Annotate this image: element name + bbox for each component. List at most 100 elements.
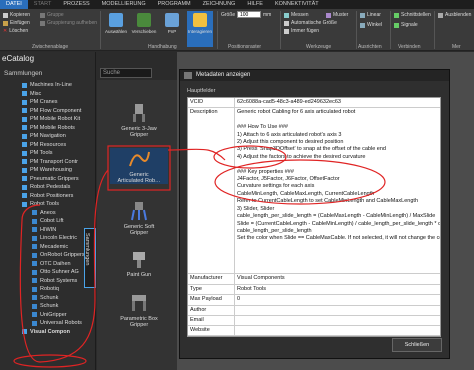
tab-datei[interactable]: DATEI (0, 0, 28, 9)
tree-item[interactable]: PM Flow Component (22, 107, 85, 116)
pnp-icon (165, 13, 179, 27)
tab-hilfe[interactable]: HILFE (241, 0, 269, 9)
interfaces-button[interactable]: Schnittstellen (394, 11, 431, 19)
item-label: Articulated Rob… (117, 178, 161, 184)
tab-prozess[interactable]: PROZESS (57, 0, 95, 9)
tree-subitem[interactable]: Schunk (22, 294, 85, 303)
size-input[interactable]: 100 (237, 11, 261, 18)
tree-item-label: PM Tools (30, 150, 53, 156)
catalog-item-paint-gun[interactable]: Paint Gun (110, 248, 168, 278)
delete-label: Löschen (9, 28, 29, 34)
tree-item-label: PM Cranes (30, 99, 58, 105)
tree-item-label: Misc (30, 90, 42, 97)
tree-item[interactable]: PM Warehousing (22, 166, 85, 175)
row-value[interactable] (235, 316, 440, 325)
row-value[interactable] (235, 326, 440, 335)
description-line: cable_length_per_slide_length (237, 227, 312, 234)
description-line: 4) Adjust the factors to achieve the des… (237, 153, 366, 160)
pnp-button[interactable]: PnP (159, 11, 185, 47)
row-value[interactable]: 62c6088a-cad5-48c3-a489-ed249632ec63 (235, 98, 440, 107)
tab-start[interactable]: START (28, 0, 58, 9)
catalog-item-cabling[interactable]: Generic Articulated Rob… (110, 148, 168, 184)
catalog-item-3jaw[interactable]: Generic 3-Jaw Gripper (110, 102, 168, 138)
tree-item[interactable]: Pneumatic Grippers (22, 175, 85, 184)
close-button[interactable]: Schließen (392, 338, 442, 352)
tree-item[interactable]: Robot Tools (22, 200, 85, 209)
tree-item[interactable]: PM Cranes (22, 98, 85, 107)
tab-programm[interactable]: PROGRAMM (152, 0, 197, 9)
ecatalog-title: eCatalog (2, 54, 35, 63)
angle-button[interactable]: Winkel (360, 21, 382, 29)
tree-subitem[interactable]: Schunk (22, 302, 85, 311)
interfaces-label: Schnittstellen (401, 12, 431, 18)
tree-subitem[interactable]: Aneos (22, 209, 85, 218)
tree-item[interactable]: Robot Pedestals (22, 183, 85, 192)
row-value[interactable]: Robot Tools (235, 285, 440, 294)
paste-button[interactable]: Einfügen (3, 19, 30, 27)
row-key: Author (188, 305, 235, 315)
tree-subitem[interactable]: UniGripper (22, 311, 85, 320)
measure-button[interactable]: Messen (284, 11, 309, 19)
row-value[interactable]: Visual Components (235, 274, 440, 283)
tree-item[interactable]: Misc (22, 90, 85, 99)
paste-label: Einfügen (10, 20, 30, 26)
tree-item[interactable]: Robot Positioners (22, 192, 85, 201)
signals-button[interactable]: Signale (394, 21, 418, 29)
always-insert-button[interactable]: Immer fügen (284, 27, 319, 35)
row-value[interactable] (235, 306, 440, 315)
tree-item[interactable]: PM Tools (22, 149, 85, 158)
tree-subitem[interactable]: OnRobot Grippers (22, 251, 85, 260)
linear-icon (360, 12, 365, 18)
folder-icon (32, 227, 37, 233)
row-value[interactable]: 0 (235, 295, 440, 304)
folder-icon (22, 82, 27, 88)
catalog-item-parametric-box-gripper[interactable]: Parametric Box Gripper (110, 292, 168, 328)
tree-subitem[interactable]: Mecademic (22, 243, 85, 252)
tree-item-label: Visual Compon (30, 328, 70, 335)
hide-button[interactable]: Ausblenden (438, 11, 471, 19)
linear-button[interactable]: Linear (360, 11, 381, 19)
group-icon (40, 12, 45, 18)
tab-modellierung[interactable]: MODELLIERUNG (96, 0, 152, 9)
tree-item-visual-components[interactable]: Visual Compon (22, 328, 85, 337)
angle-icon (360, 22, 365, 28)
tree-item[interactable]: Machines In-Line (22, 81, 85, 90)
interact-label: Interagieren (187, 29, 213, 34)
select-button[interactable]: Auswählen (103, 11, 129, 47)
tab-konnektivitaet[interactable]: KONNEKTIVITÄT (269, 0, 325, 9)
tree-subitem[interactable]: Robotiq (22, 285, 85, 294)
tree-subitem[interactable]: Cobot Lift (22, 217, 85, 226)
catalog-item-soft-gripper[interactable]: Generic Soft Gripper (110, 200, 168, 236)
move-button[interactable]: Verschieben (131, 11, 157, 47)
copy-button[interactable]: Kopieren (3, 11, 30, 19)
search-input[interactable]: Suche (100, 68, 152, 78)
pattern-button[interactable]: Muster (326, 11, 348, 19)
description-line: ### How To Use ### (237, 124, 288, 131)
table-row: Email (188, 315, 440, 326)
table-row: Max Payload 0 (188, 295, 440, 306)
ungroup-button[interactable]: Gruppierung aufheben (40, 19, 97, 27)
tree-item[interactable]: PM Mobile Robots (22, 124, 85, 133)
tree-subitem[interactable]: OTC Daihen (22, 260, 85, 269)
description-value[interactable]: Generic robot Cabling for 6 axis articul… (235, 108, 440, 273)
delete-button[interactable]: ✕ Löschen (3, 27, 28, 35)
collections-side-tab[interactable]: Sammlungen (84, 228, 96, 288)
tree-subitem[interactable]: HIWIN (22, 226, 85, 235)
tree-item[interactable]: PM Transport Contr (22, 158, 85, 167)
auto-size-button[interactable]: Automatische Größe (284, 19, 337, 27)
tree-item[interactable]: PM Mobile Robot Kit (22, 115, 85, 124)
tree-subitem[interactable]: Universal Robots (22, 319, 85, 328)
tree-item-label: PM Flow Component (30, 107, 82, 114)
tree-subitem[interactable]: Robot Systems (22, 277, 85, 286)
ribbon-separator (100, 11, 101, 49)
tree-subitem-label: Schunk (40, 294, 59, 301)
tree-subitem[interactable]: Otto Suhner AG (22, 268, 85, 277)
group-button[interactable]: Gruppe (40, 11, 64, 19)
tree-item[interactable]: PM Navigation (22, 132, 85, 141)
tab-zeichnung[interactable]: ZEICHNUNG (197, 0, 242, 9)
interact-button[interactable]: Interagieren (187, 11, 213, 47)
tree-subitem[interactable]: Lincoln Electric (22, 234, 85, 243)
tree-subitem-label: Cobot Lift (40, 218, 64, 224)
tree-item[interactable]: PM Resources (22, 141, 85, 150)
tree-subitem-label: Robot Systems (40, 277, 78, 284)
